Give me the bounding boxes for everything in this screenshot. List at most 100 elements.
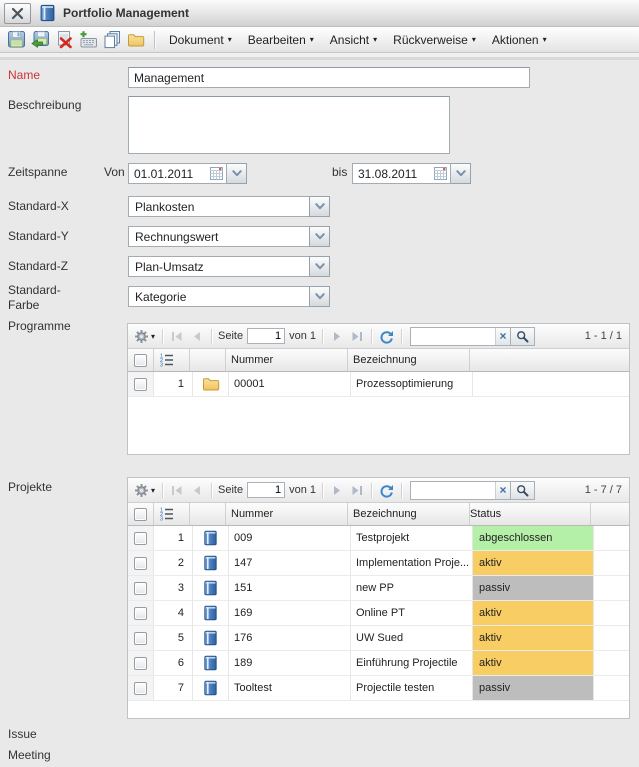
row-checkbox[interactable] (134, 632, 147, 645)
table-row[interactable]: 2147Implementation Proje...aktiv (128, 551, 629, 576)
standard-z-value[interactable]: Plan-Umsatz (128, 256, 309, 277)
pager-separator (162, 483, 163, 498)
row-checkbox[interactable] (134, 582, 147, 595)
meeting-label: Meeting (8, 748, 51, 762)
programme-label: Programme (8, 319, 71, 333)
column-header-status[interactable]: Status (470, 503, 591, 525)
nav-first-button[interactable] (169, 331, 185, 342)
search-input[interactable] (411, 328, 495, 345)
beschreibung-textarea[interactable] (128, 96, 450, 154)
refresh-button[interactable] (378, 483, 395, 498)
standard-x-value[interactable]: Plankosten (128, 196, 309, 217)
cell-empty (473, 372, 629, 396)
standard-x-dropdown-button[interactable] (309, 196, 330, 217)
row-checkbox[interactable] (134, 657, 147, 670)
standard-farbe-dropdown-button[interactable] (309, 286, 330, 307)
cell-bezeichnung: Online PT (351, 601, 473, 625)
refresh-button[interactable] (378, 329, 395, 344)
nav-next-button[interactable] (329, 485, 345, 496)
grid-settings-button[interactable]: ▾ (133, 483, 156, 498)
menu-dokument[interactable]: Dokument▾ (161, 27, 240, 52)
nav-last-button[interactable] (349, 485, 365, 496)
menu-rückverweise[interactable]: Rückverweise▾ (385, 27, 484, 52)
pager-separator (401, 329, 402, 344)
table-row[interactable]: 100001Prozessoptimierung (128, 372, 629, 397)
table-row[interactable]: 4169Online PTaktiv (128, 601, 629, 626)
table-row[interactable]: 3151new PPpassiv (128, 576, 629, 601)
nav-first-icon (170, 485, 184, 496)
menu-bar: Dokument▾Bearbeiten▾Ansicht▾Rückverweise… (161, 27, 555, 52)
table-row[interactable]: 5176UW Suedaktiv (128, 626, 629, 651)
row-checkbox[interactable] (134, 378, 147, 391)
book-icon (203, 530, 218, 546)
menu-ansicht[interactable]: Ansicht▾ (322, 27, 385, 52)
menu-label: Dokument (169, 33, 224, 47)
nav-prev-button[interactable] (189, 485, 205, 496)
date-to-dropdown-button[interactable] (451, 163, 471, 184)
window-title: Portfolio Management (63, 6, 189, 20)
nav-first-button[interactable] (169, 485, 185, 496)
column-header-nummer[interactable]: Nummer (226, 349, 348, 371)
add-button[interactable] (76, 29, 100, 51)
search-input[interactable] (411, 482, 495, 499)
calendar-button[interactable] (432, 165, 449, 182)
search-button[interactable] (510, 328, 534, 345)
column-header-bezeichnung[interactable]: Bezeichnung (348, 349, 470, 371)
row-checkbox[interactable] (134, 532, 147, 545)
header-checkbox[interactable] (134, 508, 147, 521)
range-label: 1 - 7 / 7 (585, 484, 624, 496)
column-header-bezeichnung[interactable]: Bezeichnung (348, 503, 470, 525)
nav-first-icon (170, 331, 184, 342)
row-checkbox[interactable] (134, 607, 147, 620)
table-row[interactable]: 6189Einführung Projectileaktiv (128, 651, 629, 676)
table-row[interactable]: 7TooltestProjectile testenpassiv (128, 676, 629, 701)
date-to-input[interactable] (353, 167, 432, 181)
folder-button[interactable] (124, 29, 148, 51)
date-from-field (128, 163, 247, 184)
issue-label: Issue (8, 727, 37, 741)
name-input[interactable] (128, 67, 530, 88)
menu-aktionen[interactable]: Aktionen▾ (484, 27, 555, 52)
clear-search-button[interactable]: × (495, 482, 510, 499)
menu-bearbeiten[interactable]: Bearbeiten▾ (240, 27, 322, 52)
standard-z-dropdown-button[interactable] (309, 256, 330, 277)
range-label: 1 - 1 / 1 (585, 330, 624, 342)
date-from-input[interactable] (129, 167, 208, 181)
cell-empty (594, 526, 629, 550)
standard-farbe-value[interactable]: Kategorie (128, 286, 309, 307)
copy-button[interactable] (100, 29, 124, 51)
calendar-icon (434, 167, 447, 180)
chevron-down-icon (232, 170, 242, 177)
save-button[interactable] (4, 29, 28, 51)
nav-last-icon (350, 485, 364, 496)
chevron-down-icon (315, 293, 325, 300)
header-checkbox[interactable] (134, 354, 147, 367)
grid-settings-button[interactable]: ▾ (133, 329, 156, 344)
date-to-field (352, 163, 471, 184)
row-checkbox-cell (128, 526, 154, 550)
save-return-button[interactable] (28, 29, 52, 51)
date-from-dropdown-button[interactable] (227, 163, 247, 184)
column-header-nummer[interactable]: Nummer (226, 503, 348, 525)
von-label: Von (104, 165, 125, 179)
projekte-grid-pager: ▾Seitevon 1×1 - 7 / 7 (128, 478, 629, 503)
standard-y-value[interactable]: Rechnungswert (128, 226, 309, 247)
delete-button[interactable] (52, 29, 76, 51)
nav-prev-button[interactable] (189, 331, 205, 342)
search-button[interactable] (510, 482, 534, 499)
standard-y-dropdown-button[interactable] (309, 226, 330, 247)
nav-last-button[interactable] (349, 331, 365, 342)
page-input[interactable] (247, 328, 285, 344)
row-checkbox[interactable] (134, 682, 147, 695)
row-checkbox[interactable] (134, 557, 147, 570)
calendar-button[interactable] (208, 165, 225, 182)
clear-search-button[interactable]: × (495, 328, 510, 345)
type-icon-column-header (190, 503, 226, 525)
page-input[interactable] (247, 482, 285, 498)
table-row[interactable]: 1009Testprojektabgeschlossen (128, 526, 629, 551)
row-checkbox-cell (128, 651, 154, 675)
nav-next-button[interactable] (329, 331, 345, 342)
book-icon (203, 555, 218, 571)
cell-empty (594, 676, 629, 700)
close-button[interactable] (4, 3, 31, 24)
